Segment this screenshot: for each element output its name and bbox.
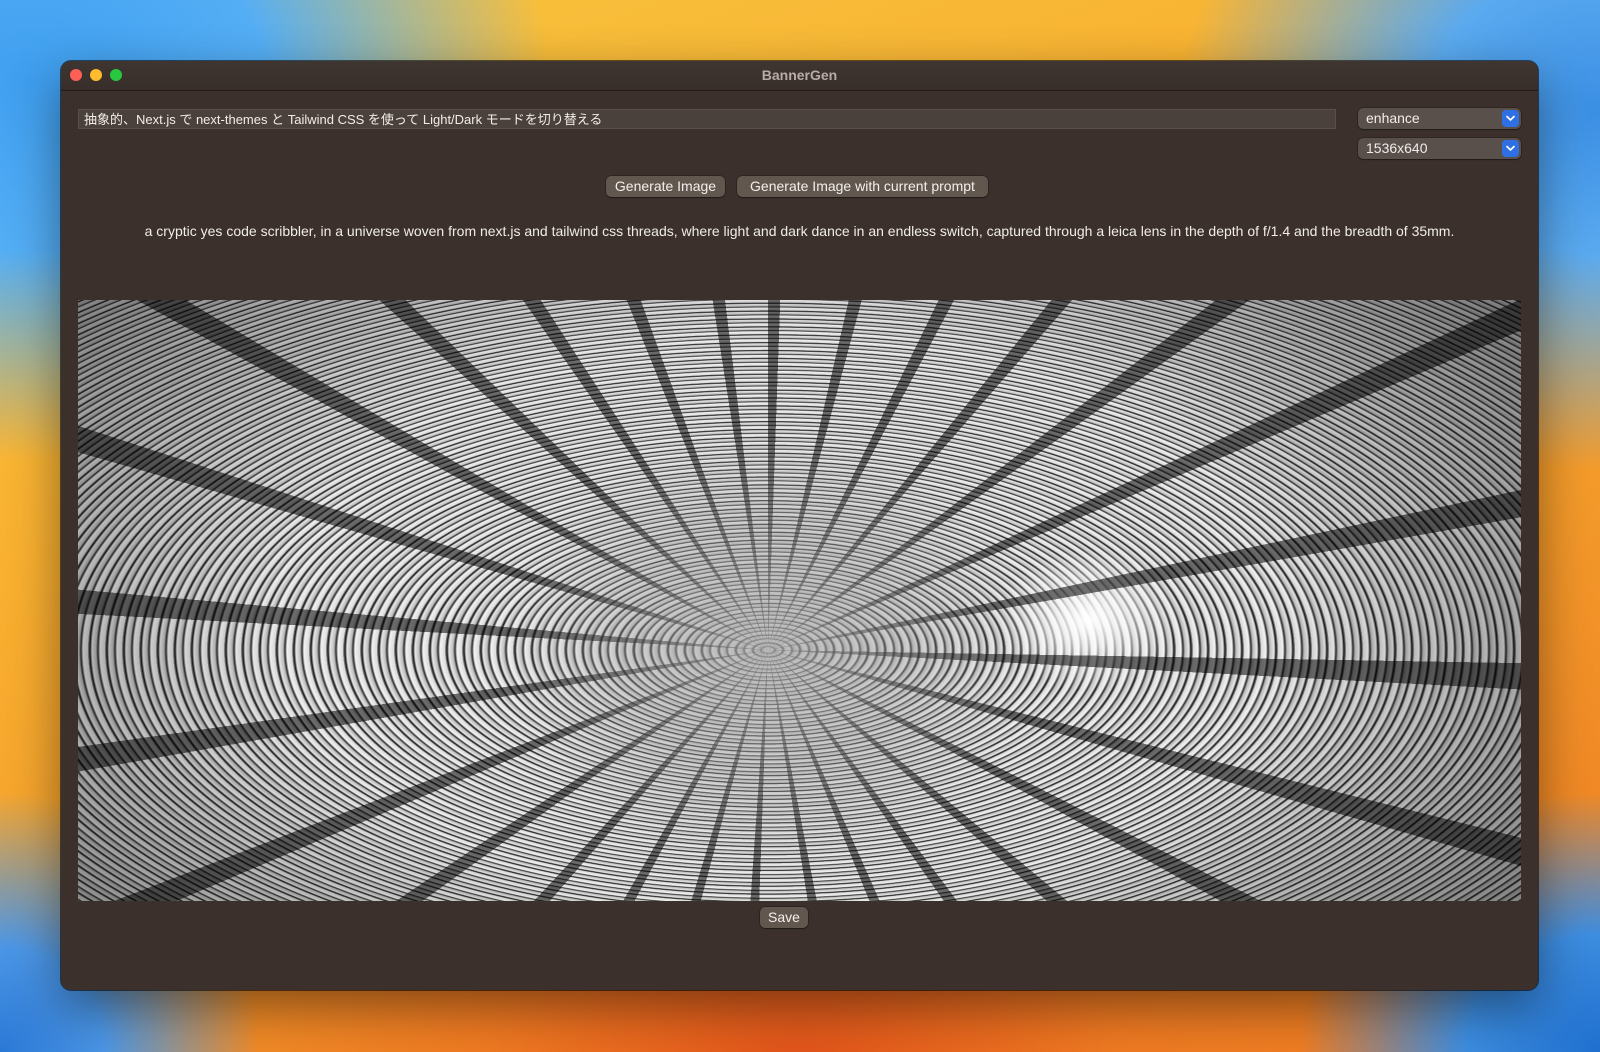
generated-image [78, 300, 1521, 901]
chevron-down-icon [1502, 110, 1519, 127]
enhanced-prompt-text: a cryptic yes code scribbler, in a unive… [144, 223, 1455, 239]
generate-image-button[interactable]: Generate Image [606, 176, 725, 197]
mode-select-value: enhance [1366, 110, 1420, 126]
image-shading [78, 300, 1521, 901]
title-bar: BannerGen [61, 61, 1538, 91]
chevron-down-icon [1502, 140, 1519, 157]
size-select[interactable]: 1536x640 [1358, 138, 1521, 159]
size-select-value: 1536x640 [1366, 140, 1428, 156]
mode-select[interactable]: enhance [1358, 108, 1521, 129]
save-button[interactable]: Save [760, 907, 808, 928]
prompt-input[interactable]: 抽象的、Next.js で next-themes と Tailwind CSS… [78, 109, 1336, 129]
generate-with-current-prompt-button[interactable]: Generate Image with current prompt [737, 176, 988, 197]
window-title: BannerGen [761, 67, 838, 83]
app-window: BannerGen 抽象的、Next.js で next-themes と Ta… [61, 61, 1538, 990]
